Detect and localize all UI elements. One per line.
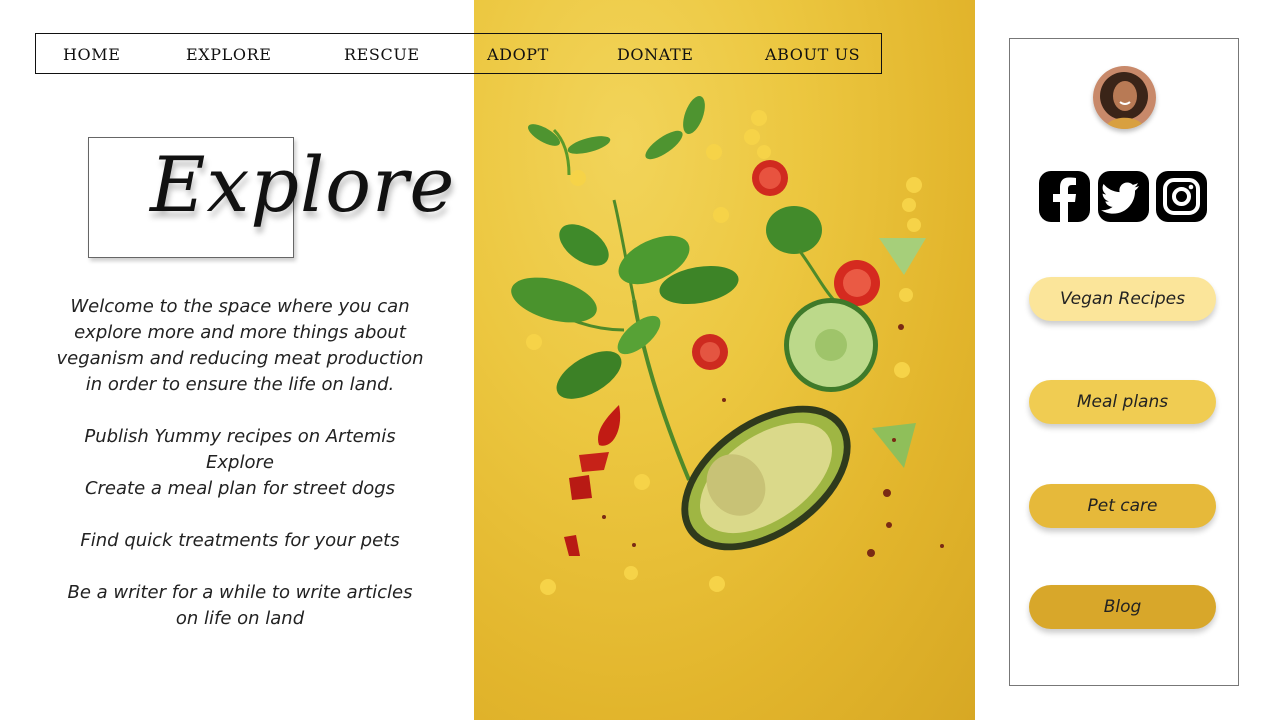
feature-item-meal-plan: Create a meal plan for street dogs bbox=[84, 478, 396, 499]
hero-food-image bbox=[474, 0, 975, 720]
nav-adopt[interactable]: ADOPT bbox=[487, 45, 549, 64]
pet-care-button[interactable]: Pet care bbox=[1029, 484, 1216, 528]
nav-rescue[interactable]: RESCUE bbox=[344, 45, 420, 64]
page-title: Explore bbox=[150, 140, 456, 229]
intro-text: Welcome to the space where you can explo… bbox=[56, 296, 424, 395]
facebook-icon[interactable] bbox=[1039, 171, 1090, 222]
meal-plans-button[interactable]: Meal plans bbox=[1029, 380, 1216, 424]
avatar[interactable] bbox=[1093, 66, 1156, 129]
feature-item-recipes: Publish Yummy recipes on Artemis Explore bbox=[84, 426, 396, 473]
instagram-icon[interactable] bbox=[1156, 171, 1207, 222]
feature-item-writer: Be a writer for a while to write article… bbox=[67, 582, 413, 629]
nav-donate[interactable]: DONATE bbox=[617, 45, 694, 64]
nav-about-us[interactable]: ABOUT US bbox=[765, 45, 860, 64]
nav-home[interactable]: HOME bbox=[63, 45, 121, 64]
vegan-recipes-button[interactable]: Vegan Recipes bbox=[1029, 277, 1216, 321]
hero-illustration bbox=[511, 95, 944, 595]
main-nav: HOME EXPLORE RESCUE ADOPT DONATE ABOUT U… bbox=[35, 33, 882, 74]
twitter-icon[interactable] bbox=[1098, 171, 1149, 222]
feature-item-treatments: Find quick treatments for your pets bbox=[80, 530, 400, 551]
nav-explore[interactable]: EXPLORE bbox=[186, 45, 272, 64]
blog-button[interactable]: Blog bbox=[1029, 585, 1216, 629]
